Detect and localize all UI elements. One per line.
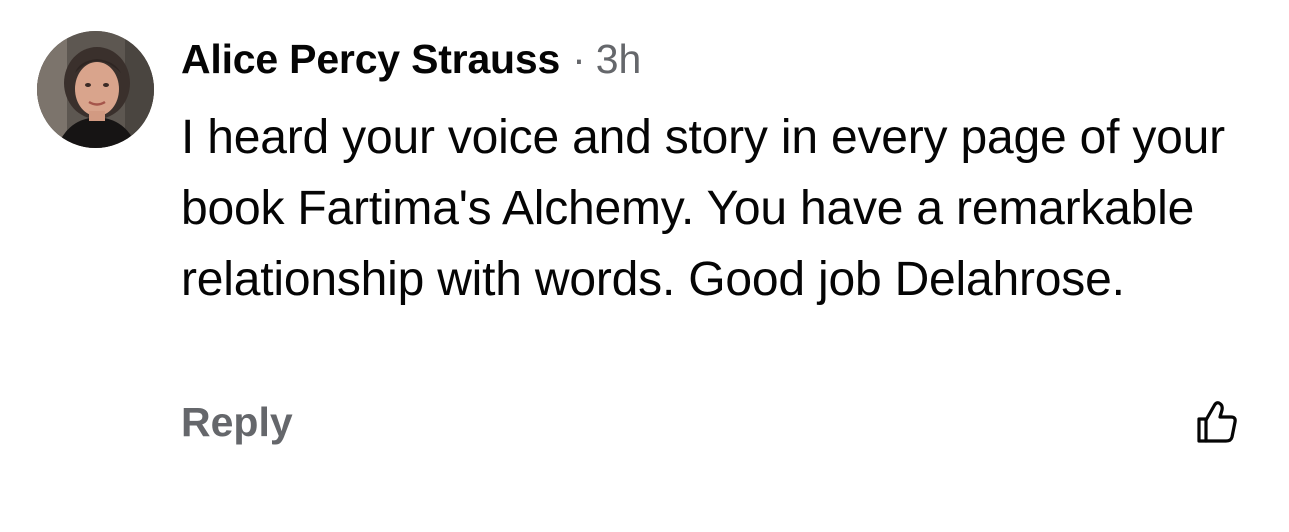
comment-header: Alice Percy Strauss · 3h (181, 36, 1261, 92)
comment: Alice Percy Strauss · 3h I heard your vo… (0, 0, 1289, 532)
thumbs-up-outline-icon (1197, 401, 1237, 443)
like-button[interactable] (1191, 397, 1241, 447)
comment-body: Alice Percy Strauss · 3h I heard your vo… (181, 36, 1261, 315)
meta-separator: · (572, 36, 586, 82)
timestamp[interactable]: 3h (596, 36, 642, 83)
avatar[interactable] (37, 31, 154, 148)
comment-actions: Reply (181, 397, 1241, 453)
reply-button[interactable]: Reply (181, 399, 293, 446)
profile-photo-icon (37, 31, 154, 148)
author-name[interactable]: Alice Percy Strauss (181, 36, 560, 83)
comment-text: I heard your voice and story in every pa… (181, 111, 1225, 306)
